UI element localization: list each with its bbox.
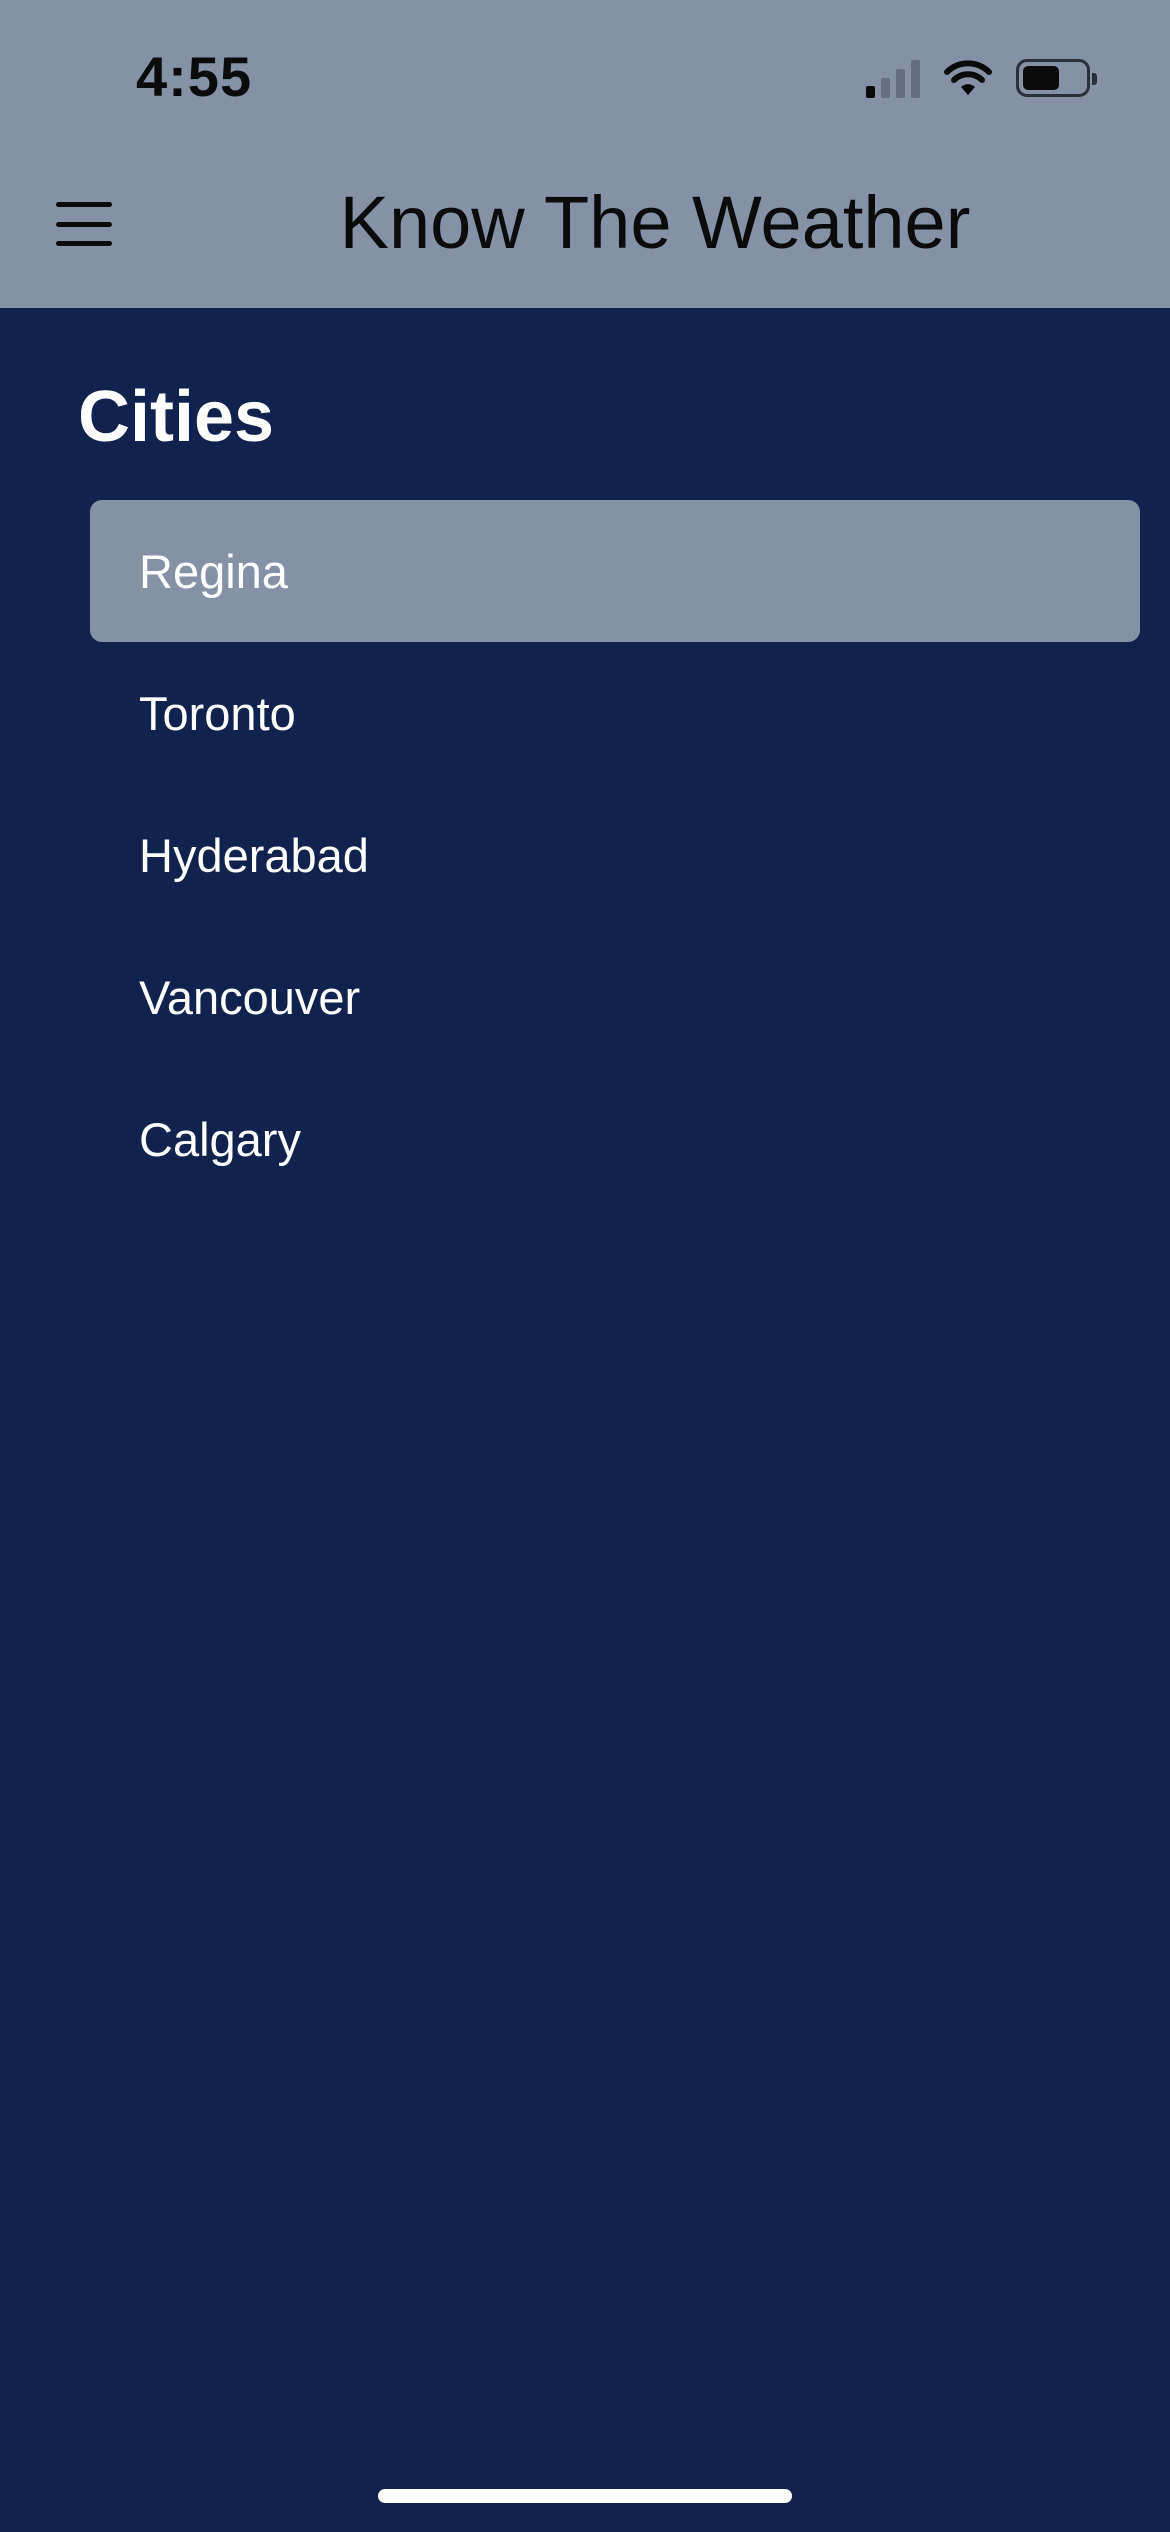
city-item-hyderabad[interactable]: Hyderabad [90, 784, 1140, 926]
top-bar: 4:55 Know The Weather [0, 0, 1170, 308]
hamburger-menu-icon[interactable] [56, 202, 112, 246]
city-item-vancouver[interactable]: Vancouver [90, 926, 1140, 1068]
city-item-toronto[interactable]: Toronto [90, 642, 1140, 784]
cellular-signal-icon [866, 58, 920, 98]
city-item-regina[interactable]: Regina [90, 500, 1140, 642]
app-title: Know The Weather [339, 181, 971, 264]
battery-icon [1016, 59, 1097, 97]
city-list: Regina Toronto Hyderabad Vancouver Calga… [90, 500, 1140, 1210]
status-icons [866, 54, 1097, 102]
city-item-calgary[interactable]: Calgary [90, 1068, 1140, 1210]
home-indicator[interactable] [378, 2489, 792, 2503]
wifi-icon [944, 60, 992, 95]
status-time: 4:55 [136, 45, 253, 108]
cities-heading: Cities [78, 377, 275, 457]
